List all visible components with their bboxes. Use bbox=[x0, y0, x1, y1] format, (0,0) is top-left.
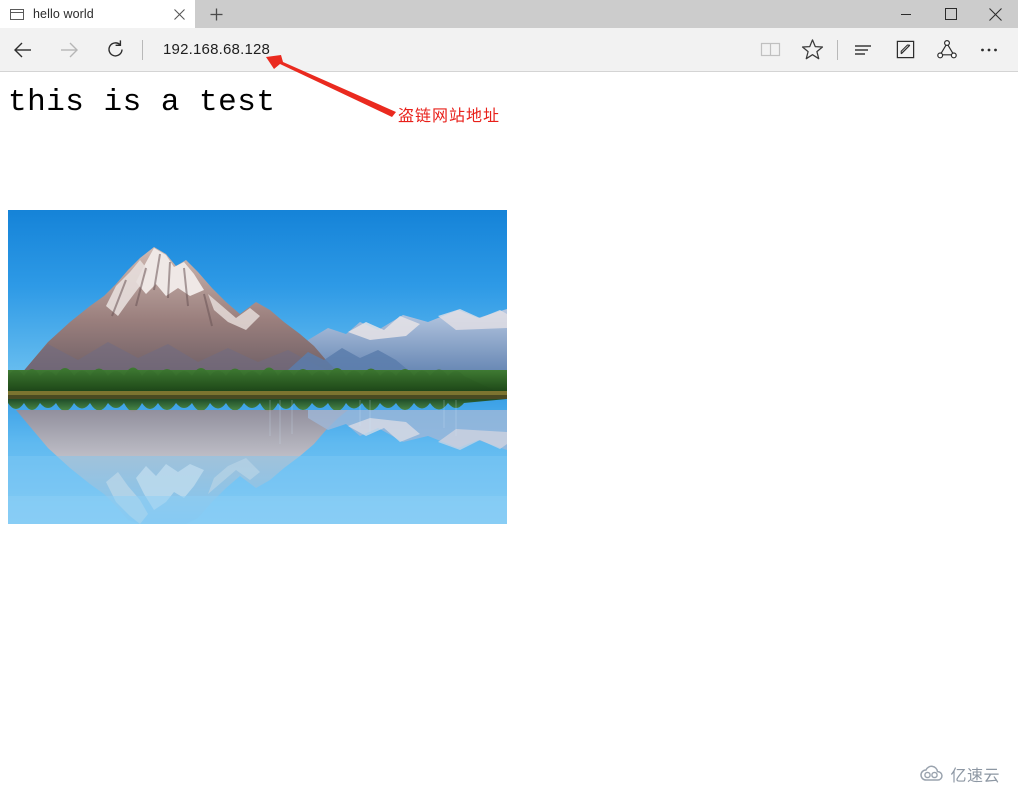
hero-image[interactable] bbox=[8, 210, 507, 524]
share-button[interactable] bbox=[926, 28, 968, 72]
browser-tab[interactable]: hello world bbox=[0, 0, 195, 28]
more-button[interactable] bbox=[968, 28, 1010, 72]
tab-title: hello world bbox=[33, 7, 94, 21]
arrow-left-icon bbox=[14, 42, 31, 57]
toolbar-right-buttons bbox=[749, 28, 1018, 72]
close-window-button[interactable] bbox=[973, 0, 1018, 28]
forward-button[interactable] bbox=[46, 28, 92, 72]
close-icon bbox=[989, 7, 1002, 21]
hub-icon bbox=[855, 44, 871, 55]
minimize-button[interactable] bbox=[883, 0, 928, 28]
maximize-button[interactable] bbox=[928, 0, 973, 28]
web-note-icon bbox=[896, 40, 914, 59]
refresh-icon bbox=[107, 40, 123, 57]
tab-bar: hello world bbox=[0, 0, 1018, 28]
toolbar-separator bbox=[142, 39, 143, 60]
reading-view-icon bbox=[760, 42, 780, 57]
arrow-right-icon bbox=[61, 42, 78, 57]
web-note-button[interactable] bbox=[884, 28, 926, 72]
window-controls bbox=[883, 0, 1018, 28]
cloud-icon bbox=[920, 765, 944, 781]
toolbar-separator-2 bbox=[837, 39, 838, 60]
page-content: this is a test bbox=[0, 72, 1018, 795]
share-icon bbox=[937, 39, 957, 58]
more-icon bbox=[981, 48, 997, 51]
address-bar[interactable]: 192.168.68.128 bbox=[147, 28, 749, 72]
maximize-icon bbox=[944, 8, 957, 20]
hub-button[interactable] bbox=[842, 28, 884, 72]
plus-icon bbox=[210, 8, 222, 20]
minimize-icon bbox=[900, 14, 911, 15]
favorites-star-icon bbox=[801, 39, 823, 60]
new-tab-button[interactable] bbox=[195, 0, 237, 28]
watermark-text: 亿速云 bbox=[950, 766, 1000, 785]
watermark: 亿速云 bbox=[919, 762, 1000, 786]
navigation-toolbar: 192.168.68.128 bbox=[0, 28, 1018, 72]
page-heading: this is a test bbox=[8, 85, 276, 120]
close-tab-icon[interactable] bbox=[169, 4, 189, 24]
reading-view-button[interactable] bbox=[749, 28, 791, 72]
favorites-button[interactable] bbox=[791, 28, 833, 72]
refresh-button[interactable] bbox=[92, 28, 138, 72]
back-button[interactable] bbox=[0, 28, 46, 72]
page-icon bbox=[10, 7, 24, 21]
address-bar-text: 192.168.68.128 bbox=[163, 41, 271, 58]
